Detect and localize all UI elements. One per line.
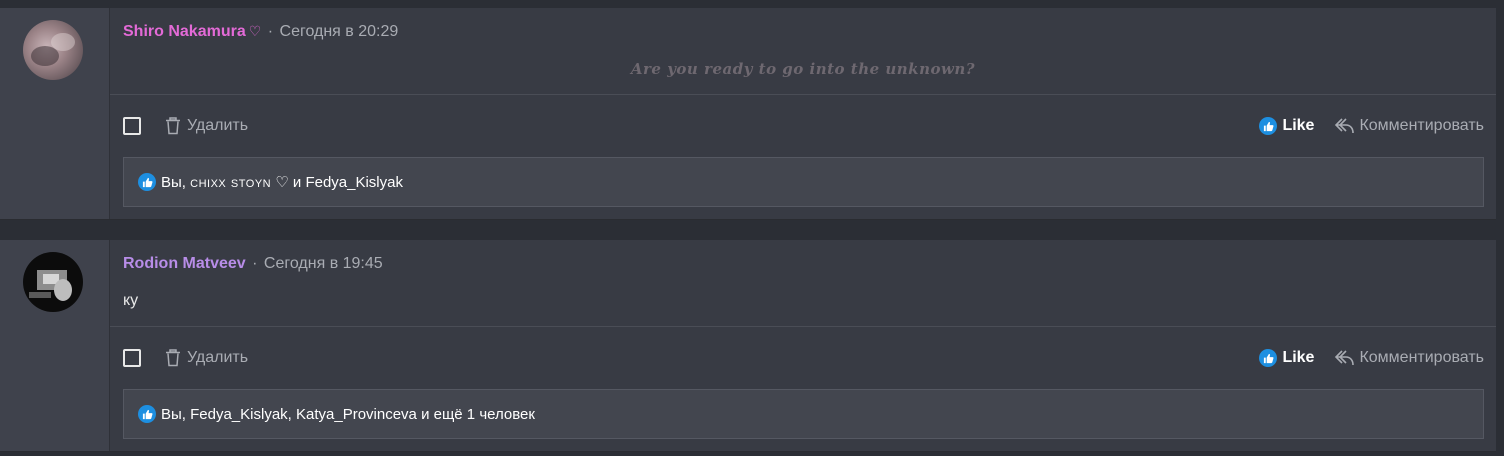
author-link[interactable]: Shiro Nakamura xyxy=(123,23,246,40)
post-meta: Rodion Matveev · Сегодня в 19:45 xyxy=(123,255,383,273)
delete-label: Удалить xyxy=(187,117,249,134)
post-body: ку xyxy=(123,292,139,309)
avatar-image xyxy=(23,252,83,312)
likes-suffix: ♡ и Fedya_Kislyak xyxy=(271,174,403,191)
thumbs-up-icon xyxy=(138,405,156,423)
like-button[interactable]: Like xyxy=(1259,117,1314,135)
like-button[interactable]: Like xyxy=(1259,349,1314,367)
post-timestamp[interactable]: Сегодня в 20:29 xyxy=(280,23,399,40)
select-checkbox[interactable] xyxy=(123,117,141,135)
likes-summary[interactable]: Вы, chixx stoyn ♡ и Fedya_Kislyak xyxy=(123,157,1484,207)
heart-icon: ♡ xyxy=(248,23,262,39)
author-link[interactable]: Rodion Matveev xyxy=(123,255,246,272)
divider xyxy=(110,94,1496,95)
likes-summary[interactable]: Вы, Fedya_Kislyak, Katya_Provinceva и ещ… xyxy=(123,389,1484,439)
delete-button[interactable]: Удалить xyxy=(165,349,248,367)
post-content: Shiro Nakamura ♡ · Сегодня в 20:29 Are yo… xyxy=(110,8,1496,219)
trash-icon xyxy=(166,117,180,135)
liker-name[interactable]: chixx stoyn xyxy=(190,174,271,191)
avatar-column xyxy=(0,8,110,219)
reply-icon xyxy=(1335,350,1355,366)
post-meta: Shiro Nakamura ♡ · Сегодня в 20:29 xyxy=(123,23,398,41)
meta-separator: · xyxy=(267,23,274,40)
post-rodion: Rodion Matveev · Сегодня в 19:45 ку Удал… xyxy=(0,240,1496,452)
thumbs-up-icon xyxy=(1259,117,1278,135)
reply-icon xyxy=(1335,118,1355,134)
likes-text: Вы, Fedya_Kislyak, Katya_Provinceva и ещ… xyxy=(161,405,535,423)
avatar-column xyxy=(0,240,110,451)
post-actions: Удалить Like Комментировать xyxy=(123,114,1484,138)
select-checkbox[interactable] xyxy=(123,349,141,367)
post-timestamp[interactable]: Сегодня в 19:45 xyxy=(264,255,383,272)
post-actions: Удалить Like Комментировать xyxy=(123,346,1484,370)
delete-label: Удалить xyxy=(187,349,249,366)
post-content: Rodion Matveev · Сегодня в 19:45 ку Удал… xyxy=(110,240,1496,451)
trash-icon xyxy=(166,349,180,367)
delete-button[interactable]: Удалить xyxy=(165,117,248,135)
post-body: Are you ready to go into the unknown? xyxy=(630,60,976,78)
comment-label: Комментировать xyxy=(1359,349,1484,366)
thumbs-up-icon xyxy=(1259,349,1278,367)
like-label: Like xyxy=(1282,349,1315,366)
meta-separator: · xyxy=(252,255,258,272)
comment-label: Комментировать xyxy=(1359,117,1484,134)
avatar-image xyxy=(23,20,83,80)
avatar[interactable] xyxy=(23,20,83,80)
divider xyxy=(110,326,1496,327)
comment-button[interactable]: Комментировать xyxy=(1334,117,1484,135)
post-shiro: Shiro Nakamura ♡ · Сегодня в 20:29 Are yo… xyxy=(0,8,1496,220)
thumbs-up-icon xyxy=(138,173,156,191)
like-label: Like xyxy=(1282,117,1315,134)
comment-button[interactable]: Комментировать xyxy=(1334,349,1484,367)
avatar[interactable] xyxy=(23,252,83,312)
likes-prefix: Вы, xyxy=(161,173,191,191)
